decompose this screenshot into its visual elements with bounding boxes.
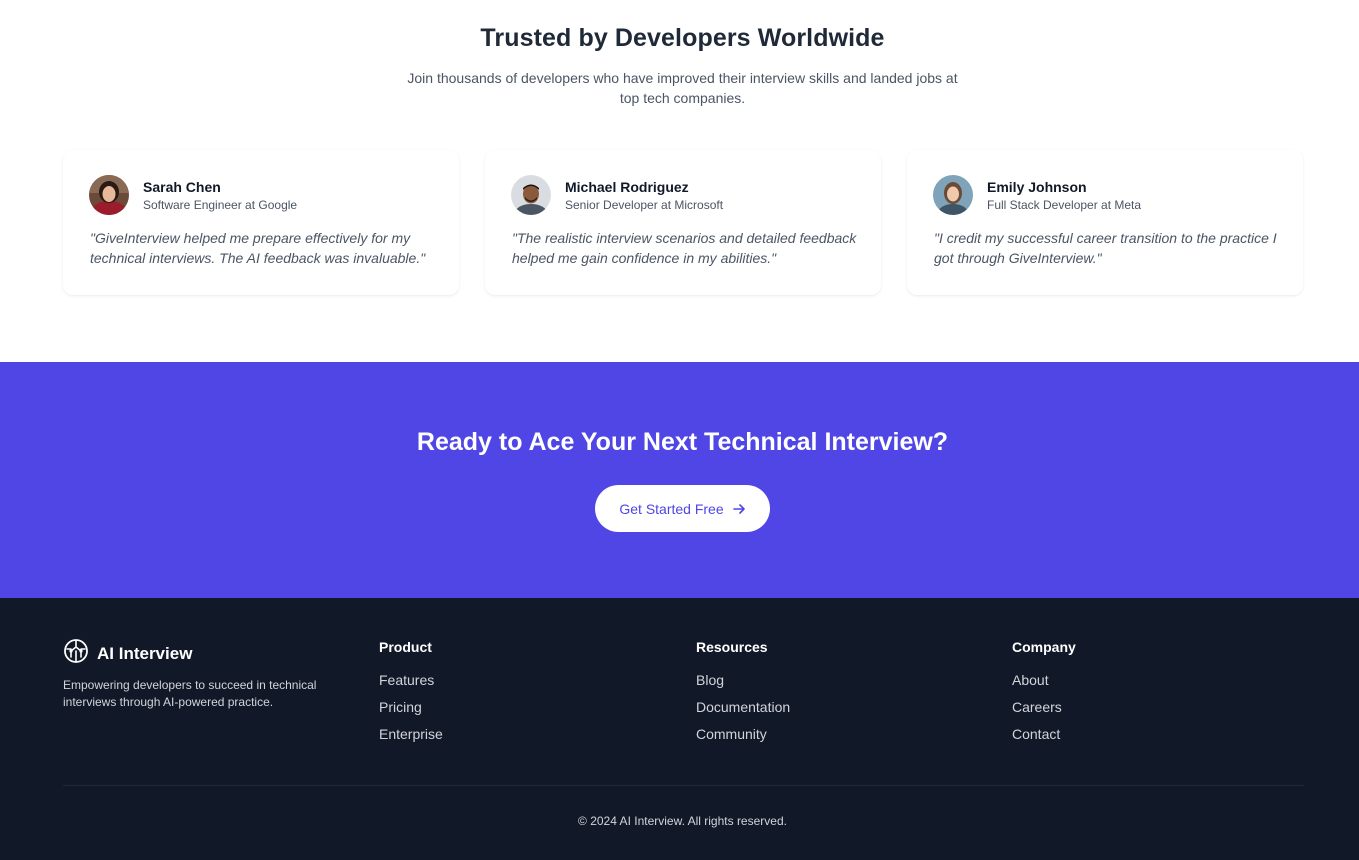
testimonial-role: Software Engineer at Google bbox=[143, 198, 298, 212]
cta-title: Ready to Ace Your Next Technical Intervi… bbox=[416, 428, 949, 456]
footer-link-pricing[interactable]: Pricing bbox=[379, 700, 443, 714]
testimonials-title: Trusted by Developers Worldwide bbox=[480, 24, 885, 52]
arrow-right-icon bbox=[732, 502, 746, 516]
footer-column-heading: Company bbox=[1012, 639, 1076, 655]
footer-link-careers[interactable]: Careers bbox=[1012, 700, 1076, 714]
brand-description: Empowering developers to succeed in tech… bbox=[63, 678, 317, 709]
avatar bbox=[89, 175, 129, 215]
testimonial-name: Emily Johnson bbox=[987, 179, 1087, 195]
testimonial-quote: "GiveInterview helped me prepare effecti… bbox=[90, 230, 426, 266]
testimonial-quote: "I credit my successful career transitio… bbox=[934, 230, 1277, 266]
footer-link-enterprise[interactable]: Enterprise bbox=[379, 727, 443, 741]
footer: AI Interview Empowering developers to su… bbox=[0, 598, 1359, 860]
footer-link-documentation[interactable]: Documentation bbox=[696, 700, 790, 714]
testimonials-section: Trusted by Developers Worldwide Join tho… bbox=[0, 0, 1359, 362]
copyright: © 2024 AI Interview. All rights reserved… bbox=[578, 814, 787, 828]
testimonial-role: Senior Developer at Microsoft bbox=[565, 198, 724, 212]
footer-column-product: Product Features Pricing Enterprise bbox=[379, 639, 443, 741]
footer-link-features[interactable]: Features bbox=[379, 673, 443, 687]
footer-divider bbox=[63, 785, 1304, 786]
brand-name: AI Interview bbox=[97, 643, 193, 663]
testimonial-card: Sarah Chen Software Engineer at Google "… bbox=[63, 150, 459, 295]
testimonial-card: Emily Johnson Full Stack Developer at Me… bbox=[907, 150, 1303, 295]
get-started-button[interactable]: Get Started Free bbox=[595, 485, 770, 532]
get-started-label: Get Started Free bbox=[619, 500, 724, 517]
footer-column-heading: Product bbox=[379, 639, 432, 655]
footer-link-community[interactable]: Community bbox=[696, 727, 790, 741]
footer-link-contact[interactable]: Contact bbox=[1012, 727, 1076, 741]
testimonial-quote: "The realistic interview scenarios and d… bbox=[512, 230, 857, 266]
footer-column-heading: Resources bbox=[696, 639, 768, 655]
testimonial-card: Michael Rodriguez Senior Developer at Mi… bbox=[485, 150, 881, 295]
testimonial-name: Sarah Chen bbox=[143, 179, 221, 195]
brain-icon bbox=[63, 638, 89, 669]
testimonial-name: Michael Rodriguez bbox=[565, 179, 689, 195]
footer-column-resources: Resources Blog Documentation Community bbox=[696, 639, 790, 741]
testimonials-subtitle: Join thousands of developers who have im… bbox=[407, 70, 958, 106]
footer-link-about[interactable]: About bbox=[1012, 673, 1076, 687]
testimonial-role: Full Stack Developer at Meta bbox=[987, 198, 1142, 212]
footer-column-company: Company About Careers Contact bbox=[1012, 639, 1076, 741]
footer-brand[interactable]: AI Interview bbox=[63, 638, 192, 669]
footer-link-blog[interactable]: Blog bbox=[696, 673, 790, 687]
avatar bbox=[511, 175, 551, 215]
cta-section: Ready to Ace Your Next Technical Intervi… bbox=[0, 362, 1359, 598]
avatar bbox=[933, 175, 973, 215]
